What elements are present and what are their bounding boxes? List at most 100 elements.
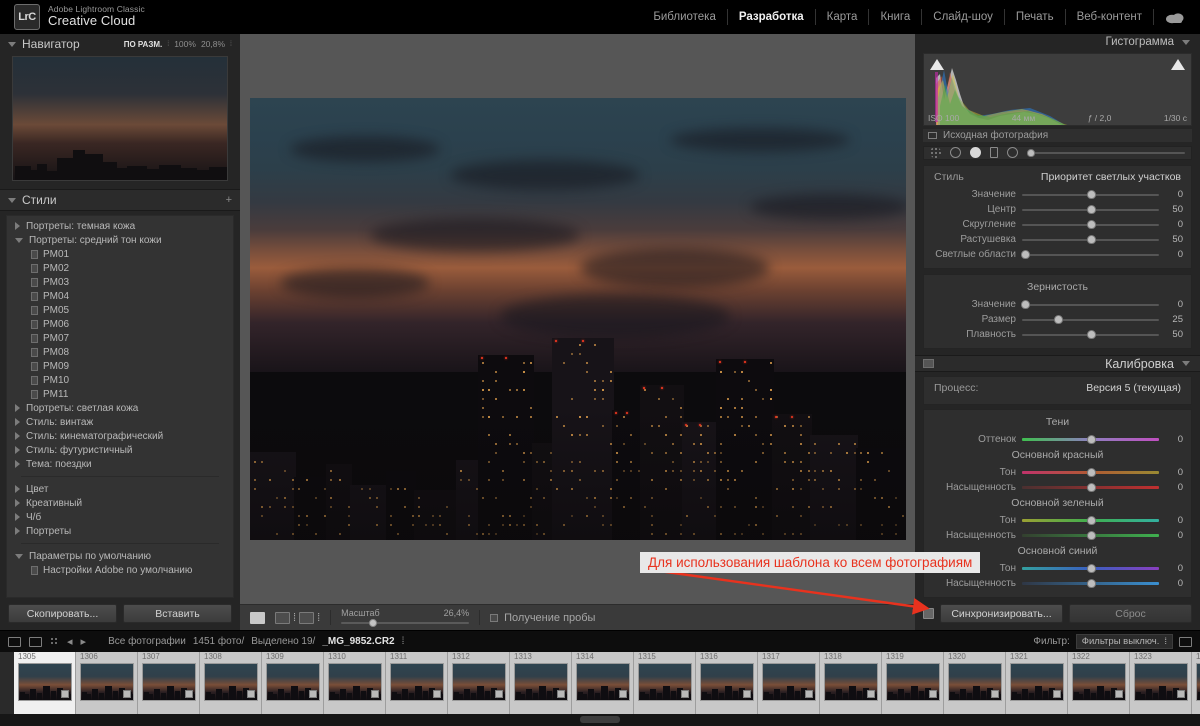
module-0[interactable]: Библиотека bbox=[642, 9, 728, 25]
calib-2-1-row[interactable]: Насыщенность 0 bbox=[924, 528, 1191, 543]
preset-item[interactable]: PM03 bbox=[7, 275, 233, 289]
filmstrip-thumbnail[interactable] bbox=[1071, 663, 1126, 701]
filmstrip-scrollbar[interactable] bbox=[0, 714, 1200, 726]
histogram-chevron-down-icon[interactable] bbox=[1182, 39, 1190, 45]
radial-filter-icon[interactable] bbox=[1007, 147, 1018, 159]
calib-3-1-knob[interactable] bbox=[1086, 579, 1096, 588]
grain-2-row[interactable]: Плавность 50 bbox=[924, 327, 1191, 342]
thumbnail-badge-icon[interactable] bbox=[1176, 690, 1185, 698]
masking-slider-knob[interactable] bbox=[1027, 148, 1035, 157]
vignette-2-row[interactable]: Скругление 0 bbox=[924, 217, 1191, 232]
highlight-clipping-icon[interactable] bbox=[1171, 58, 1185, 70]
filmstrip-cell[interactable]: 1308 bbox=[200, 652, 262, 714]
zoom-custom-option[interactable]: 20,8% bbox=[201, 39, 225, 49]
calib-2-0-knob[interactable] bbox=[1086, 516, 1096, 525]
filmstrip-thumbnail[interactable] bbox=[17, 663, 72, 701]
red-eye-icon[interactable] bbox=[970, 147, 981, 159]
zoom-slider-group[interactable]: Масштаб 26,4% bbox=[341, 608, 470, 628]
filmstrip-cell[interactable]: 1311 bbox=[386, 652, 448, 714]
calib-1-1-slider[interactable] bbox=[1022, 483, 1159, 492]
calib-3-0-slider[interactable] bbox=[1022, 564, 1159, 573]
filmstrip-cell[interactable]: 1317 bbox=[758, 652, 820, 714]
filmstrip-thumbnail[interactable] bbox=[141, 663, 196, 701]
module-2[interactable]: Карта bbox=[816, 9, 870, 25]
filmstrip-thumbnail[interactable] bbox=[203, 663, 258, 701]
preset-item[interactable]: Настройки Adobe по умолчанию bbox=[7, 563, 233, 577]
thumbnail-badge-icon[interactable] bbox=[60, 690, 69, 698]
add-preset-icon[interactable]: + bbox=[226, 194, 232, 206]
filmstrip-cell[interactable]: 1309 bbox=[262, 652, 324, 714]
vignette-0-slider[interactable] bbox=[1022, 190, 1159, 200]
vignette-4-row[interactable]: Светлые области 0 bbox=[924, 247, 1191, 262]
calibration-toggle-switch[interactable] bbox=[923, 359, 934, 369]
compare-view-icon[interactable] bbox=[275, 611, 290, 624]
masking-amount-slider[interactable] bbox=[1027, 148, 1185, 157]
sync-button[interactable]: Синхронизировать... bbox=[940, 604, 1063, 623]
filmstrip-thumbnail[interactable] bbox=[699, 663, 754, 701]
filmstrip-thumbnail[interactable] bbox=[575, 663, 630, 701]
presets-list[interactable]: Портреты: темная кожа Портреты: средний т… bbox=[6, 215, 234, 598]
process-row[interactable]: Процесс: Версия 5 (текущая) bbox=[924, 381, 1191, 398]
filmstrip-thumbnail[interactable] bbox=[761, 663, 816, 701]
thumbnail-badge-icon[interactable] bbox=[556, 690, 565, 698]
filmstrip-cell[interactable]: 1320 bbox=[944, 652, 1006, 714]
thumbnail-badge-icon[interactable] bbox=[1052, 690, 1061, 698]
preset-group[interactable]: Стиль: футуристичный bbox=[7, 443, 233, 457]
thumbnail-badge-icon[interactable] bbox=[680, 690, 689, 698]
preset-group[interactable]: Стиль: кинематографический bbox=[7, 429, 233, 443]
filter-toggle-icon[interactable] bbox=[1179, 636, 1192, 647]
current-filename[interactable]: _MG_9852.CR2 bbox=[322, 636, 394, 647]
thumbnail-badge-icon[interactable] bbox=[432, 690, 441, 698]
grain-2-knob[interactable] bbox=[1086, 330, 1096, 340]
navigator-preview[interactable] bbox=[12, 56, 228, 181]
filmstrip-thumbnail[interactable] bbox=[389, 663, 444, 701]
thumbnail-badge-icon[interactable] bbox=[494, 690, 503, 698]
zoom-100-option[interactable]: 100% bbox=[174, 39, 196, 49]
filmstrip-thumbnail[interactable] bbox=[451, 663, 506, 701]
vignette-3-slider[interactable] bbox=[1022, 235, 1159, 245]
histogram-header[interactable]: Гистограмма bbox=[915, 34, 1200, 51]
preset-item[interactable]: PM07 bbox=[7, 331, 233, 345]
vignette-3-knob[interactable] bbox=[1086, 235, 1096, 245]
preset-group[interactable]: Тема: поездки bbox=[7, 457, 233, 471]
calib-3-1-slider[interactable] bbox=[1022, 579, 1159, 588]
vignette-style-row[interactable]: Стиль Приоритет светлых участков bbox=[924, 170, 1191, 187]
filmstrip-cell[interactable]: 1322 bbox=[1068, 652, 1130, 714]
styles-chevron-down-icon[interactable] bbox=[8, 197, 16, 203]
reset-button[interactable]: Сброс bbox=[1069, 604, 1192, 623]
calib-1-0-knob[interactable] bbox=[1086, 468, 1096, 477]
preset-item[interactable]: PM06 bbox=[7, 317, 233, 331]
cloud-sync-icon[interactable] bbox=[1164, 9, 1186, 25]
original-photo-row[interactable]: Исходная фотография bbox=[923, 128, 1192, 142]
vignette-2-slider[interactable] bbox=[1022, 220, 1159, 230]
filmstrip-thumbnail[interactable] bbox=[513, 663, 568, 701]
preset-item[interactable]: PM11 bbox=[7, 387, 233, 401]
filmstrip-thumbnail[interactable] bbox=[327, 663, 382, 701]
thumbnail-badge-icon[interactable] bbox=[990, 690, 999, 698]
thumbnail-badge-icon[interactable] bbox=[1114, 690, 1123, 698]
preset-item[interactable]: PM05 bbox=[7, 303, 233, 317]
filmstrip-cell[interactable]: 1316 bbox=[696, 652, 758, 714]
preset-item[interactable]: PM08 bbox=[7, 345, 233, 359]
filmstrip-cell[interactable]: 1310 bbox=[324, 652, 386, 714]
filmstrip-cell[interactable]: 1315 bbox=[634, 652, 696, 714]
grain-1-slider[interactable] bbox=[1022, 315, 1159, 325]
filmstrip-cell[interactable]: 1306 bbox=[76, 652, 138, 714]
vignette-0-knob[interactable] bbox=[1086, 190, 1096, 200]
filmstrip-thumbnail[interactable] bbox=[79, 663, 134, 701]
preset-item[interactable]: PM02 bbox=[7, 261, 233, 275]
show-panels-icon[interactable] bbox=[8, 636, 21, 647]
grid-view-icon[interactable] bbox=[50, 637, 59, 646]
preset-group[interactable]: Портреты: светлая кожа bbox=[7, 401, 233, 415]
module-1[interactable]: Разработка bbox=[728, 9, 816, 25]
filename-dots-icon[interactable]: ⁞ bbox=[402, 636, 405, 647]
calib-1-0-slider[interactable] bbox=[1022, 468, 1159, 477]
filmstrip-cell[interactable]: 1313 bbox=[510, 652, 572, 714]
filmstrip-cell[interactable]: 1321 bbox=[1006, 652, 1068, 714]
calib-0-0-row[interactable]: Оттенок 0 bbox=[924, 432, 1191, 447]
thumbnail-badge-icon[interactable] bbox=[122, 690, 131, 698]
crop-overlay-icon[interactable] bbox=[930, 147, 941, 159]
copy-button[interactable]: Скопировать... bbox=[8, 604, 117, 623]
filmstrip-cell[interactable]: 1312 bbox=[448, 652, 510, 714]
filmstrip-thumbnail[interactable] bbox=[265, 663, 320, 701]
